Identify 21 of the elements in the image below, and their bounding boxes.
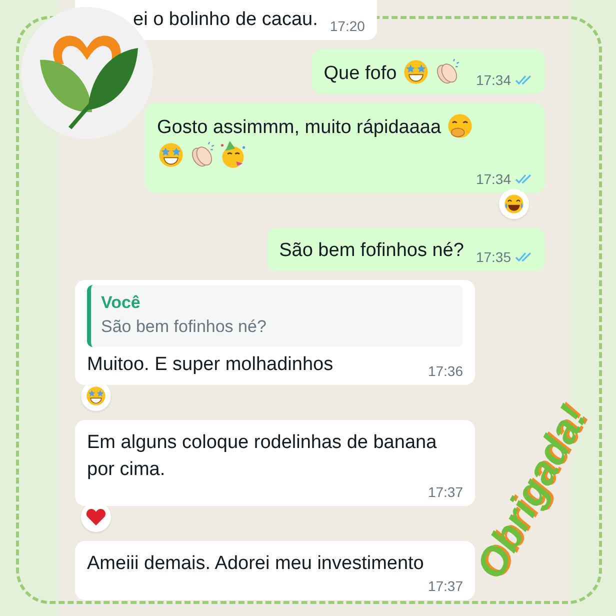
- message-text: São bem fofinhos né?: [279, 239, 464, 263]
- message-time: 17:34: [476, 170, 511, 188]
- party-hat-face-icon: [219, 141, 247, 169]
- star-eyes-face-icon: [402, 58, 430, 86]
- message-text: Que fofo: [324, 58, 464, 87]
- message-time: 17:37: [428, 577, 463, 595]
- message-time: 17:37: [428, 483, 463, 501]
- message-text: Gosto assimmm, muito rápidaaaa: [157, 112, 533, 170]
- message-text: ei o bolinho de cacau.: [133, 8, 318, 32]
- message-time: 17:20: [330, 17, 365, 35]
- star-eyes-face-icon: [157, 141, 185, 169]
- logo-icon: [20, 6, 154, 140]
- message-time: 17:35: [476, 248, 511, 266]
- message-text: Em alguns coloque rodelinhas de banana por cima.: [87, 431, 438, 482]
- message-time: 17:36: [428, 362, 463, 380]
- message-text: Muitoo. E super molhadinhos: [87, 353, 334, 377]
- quote-author: Você: [101, 292, 142, 314]
- message-text: Ameiii demais. Adorei meu investimento: [87, 552, 425, 576]
- quote-text: São bem fofinhos né?: [101, 316, 268, 338]
- message-time: 17:34: [476, 71, 511, 89]
- hand-over-mouth-face-icon: [446, 112, 474, 140]
